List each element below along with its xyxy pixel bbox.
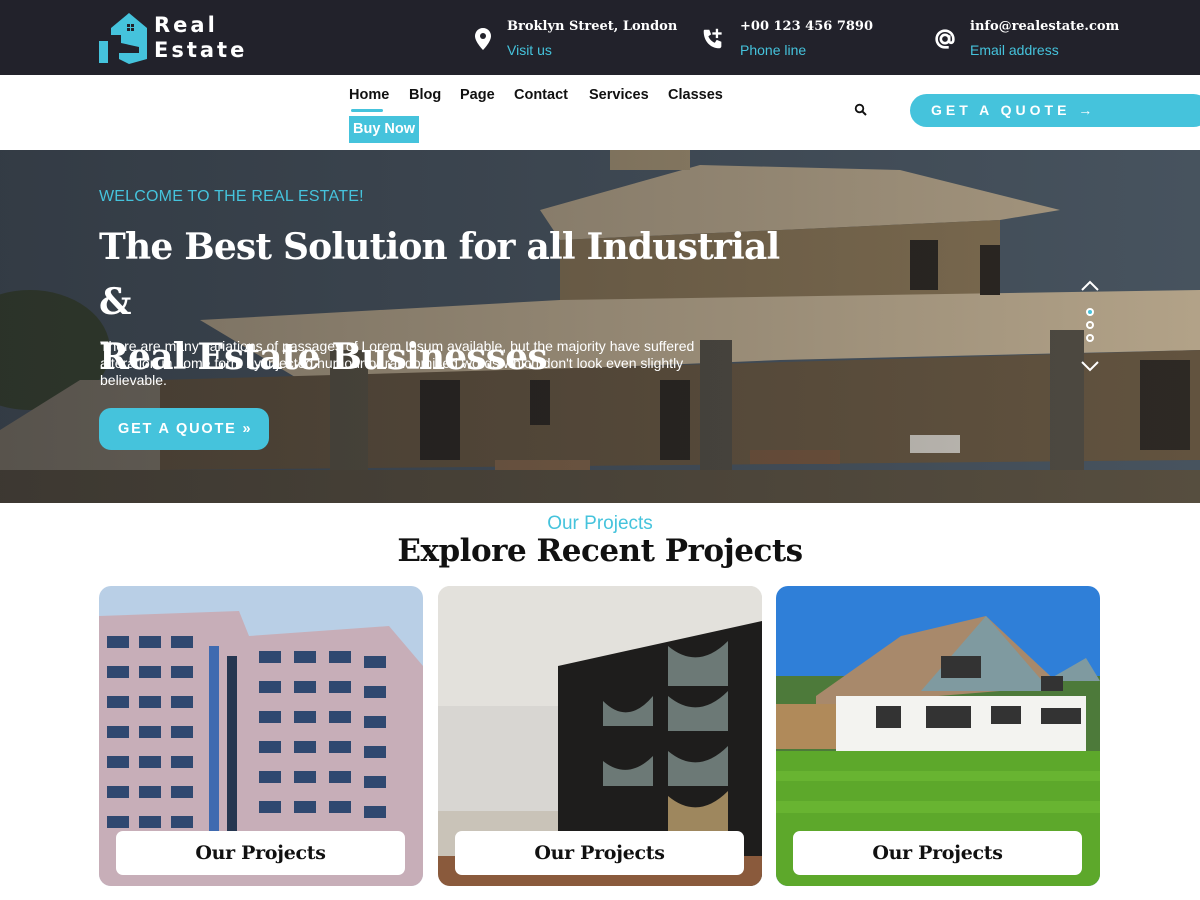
nav-item-classes[interactable]: Classes — [668, 87, 723, 103]
nav-item-services[interactable]: Services — [589, 87, 649, 103]
logo[interactable]: Real Estate — [99, 11, 254, 65]
chevron-up-icon[interactable] — [1080, 280, 1100, 292]
slide-dot-2[interactable] — [1086, 321, 1094, 329]
at-sign-icon — [935, 29, 955, 49]
get-a-quote-button[interactable]: GET A QUOTE → — [910, 94, 1200, 127]
address-text: Broklyn Street, London — [507, 19, 678, 34]
project-card-label: Our Projects — [116, 831, 405, 875]
top-bar: Real Estate Broklyn Street, London Visit… — [0, 0, 1200, 75]
project-card-label: Our Projects — [455, 831, 744, 875]
logo-text: Real Estate — [154, 13, 247, 63]
slide-dot-1[interactable] — [1086, 308, 1094, 316]
projects-title: Explore Recent Projects — [397, 533, 803, 569]
email-text: info@realestate.com — [970, 19, 1120, 34]
nav-item-blog[interactable]: Blog — [409, 87, 441, 103]
map-pin-icon — [475, 28, 491, 50]
slider-controls — [1078, 278, 1102, 378]
hero-title-line-1: The Best Solution for all Industrial & — [99, 226, 780, 323]
logo-line-1: Real — [154, 13, 218, 37]
hero-eyebrow: WELCOME TO THE REAL ESTATE! — [99, 188, 364, 205]
project-card-label: Our Projects — [793, 831, 1082, 875]
project-card-suburban-house[interactable]: Our Projects — [776, 586, 1100, 886]
phone-plus-icon — [703, 28, 722, 49]
phone-line-link[interactable]: Phone line — [740, 42, 806, 58]
email-address-link[interactable]: Email address — [970, 42, 1059, 58]
nav-item-page[interactable]: Page — [460, 87, 495, 103]
visit-us-link[interactable]: Visit us — [507, 42, 552, 58]
main-nav: Home Blog Page Contact Services Classes … — [0, 75, 1200, 150]
phone-number-text: +00 123 456 7890 — [740, 19, 874, 34]
hero-description: There are many variations of passages of… — [100, 338, 695, 388]
house-logo-icon — [99, 13, 147, 64]
buy-now-button[interactable]: Buy Now — [349, 116, 420, 143]
hero-get-a-quote-button[interactable]: GET A QUOTE » — [99, 408, 269, 450]
chevron-down-icon[interactable] — [1080, 360, 1100, 372]
projects-eyebrow: Our Projects — [547, 513, 653, 534]
slide-dot-3[interactable] — [1086, 334, 1094, 342]
search-icon[interactable] — [854, 103, 868, 117]
logo-line-2: Estate — [154, 38, 248, 62]
nav-item-home[interactable]: Home — [349, 87, 389, 112]
project-card-apartment-building[interactable]: Our Projects — [438, 586, 762, 886]
project-card-office-tower[interactable]: Our Projects — [99, 586, 423, 886]
nav-item-contact[interactable]: Contact — [514, 87, 568, 103]
hero-banner: WELCOME TO THE REAL ESTATE! The Best Sol… — [0, 150, 1200, 503]
